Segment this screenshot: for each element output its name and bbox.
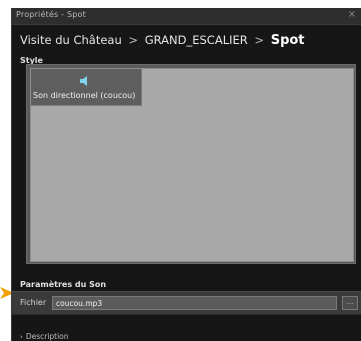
title-bar[interactable]: Propriétés - Spot × (12, 8, 361, 25)
breadcrumb-parent[interactable]: GRAND_ESCALIER (145, 33, 248, 47)
sound-section-label: Paramètres du Son (20, 280, 107, 289)
chevron-right-icon: › (20, 333, 23, 341)
speaker-icon (80, 76, 87, 86)
breadcrumb-root[interactable]: Visite du Château (20, 33, 122, 47)
description-label: Description (25, 332, 69, 341)
breadcrumb-current: Spot (270, 33, 305, 48)
properties-window: Propriétés - Spot × Visite du Château > … (11, 8, 361, 341)
breadcrumb-separator: > (128, 33, 139, 47)
style-item-label: Son directionnel (coucou) (33, 91, 136, 100)
description-toggle[interactable]: › Description (12, 332, 69, 341)
file-row: Fichier ... (12, 291, 361, 315)
window-title: Propriétés - Spot (16, 10, 86, 19)
close-icon[interactable]: × (348, 9, 356, 20)
browse-button[interactable]: ... (342, 296, 358, 310)
breadcrumb: Visite du Château > GRAND_ESCALIER > Spo… (20, 33, 305, 53)
breadcrumb-separator: > (254, 33, 265, 47)
style-list[interactable]: Son directionnel (coucou) (30, 68, 354, 262)
style-panel: Son directionnel (coucou) (26, 64, 356, 264)
file-label: Fichier (20, 298, 47, 307)
style-item-directional-sound[interactable]: Son directionnel (coucou) (31, 69, 142, 106)
file-field[interactable] (52, 296, 337, 310)
